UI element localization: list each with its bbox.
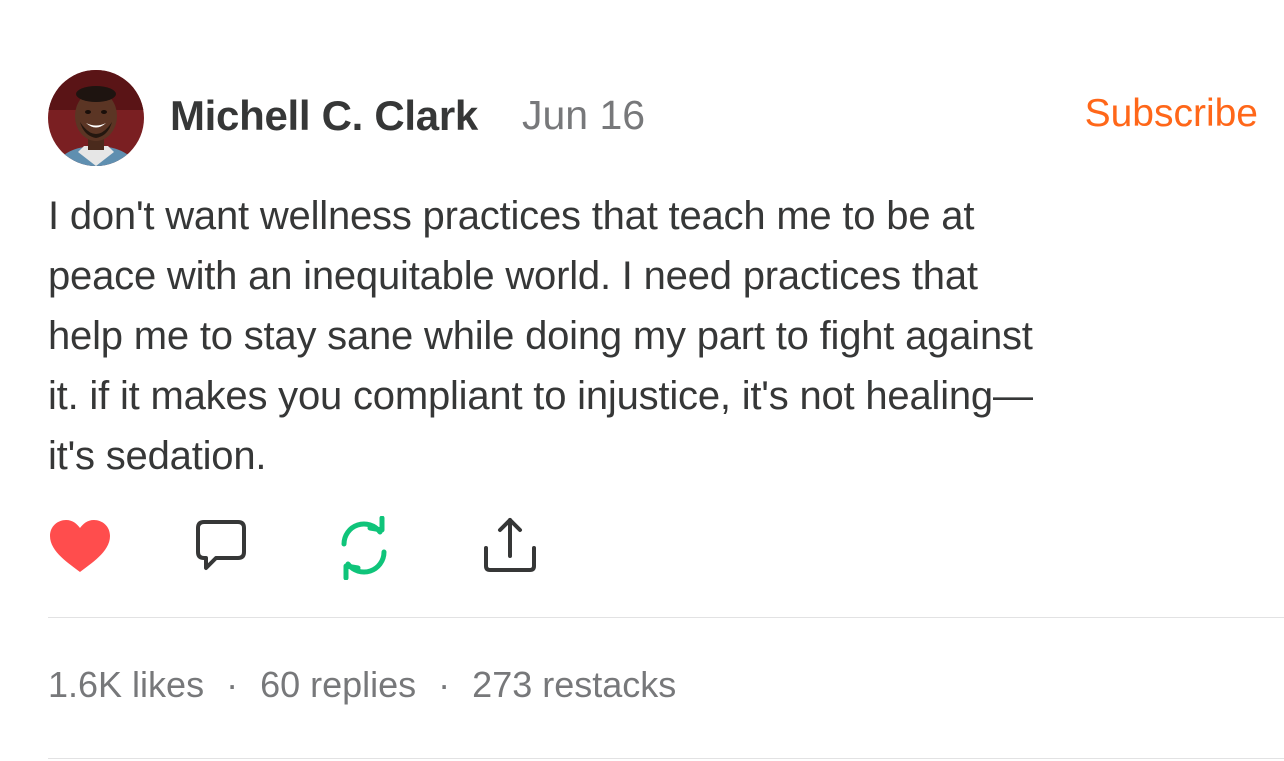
divider-top: [48, 617, 1284, 618]
author-avatar[interactable]: [48, 70, 144, 166]
likes-count[interactable]: 1.6K likes: [48, 664, 204, 705]
share-icon: [484, 518, 536, 572]
author-name[interactable]: Michell C. Clark: [170, 92, 478, 140]
like-button[interactable]: [48, 516, 112, 580]
subscribe-button[interactable]: Subscribe: [1085, 92, 1258, 136]
restack-button[interactable]: [332, 516, 396, 580]
comment-bubble-icon: [196, 520, 246, 570]
share-button[interactable]: [478, 516, 542, 580]
action-bar: [48, 516, 568, 580]
note-card: Michell C. Clark Jun 16 Subscribe I don'…: [0, 0, 1284, 761]
restacks-count[interactable]: 273 restacks: [472, 664, 676, 705]
post-date: Jun 16: [522, 92, 646, 138]
engagement-stats: 1.6K likes · 60 replies · 273 restacks: [48, 664, 676, 706]
restack-icon: [341, 516, 387, 580]
note-body: I don't want wellness practices that tea…: [48, 194, 1033, 478]
avatar-image: [48, 70, 144, 166]
reply-button[interactable]: [188, 516, 252, 580]
stats-separator: ·: [438, 664, 451, 705]
stats-separator: ·: [226, 664, 239, 705]
note-header: Michell C. Clark Jun 16 Subscribe: [48, 70, 1258, 168]
heart-icon: [50, 520, 110, 572]
divider-bottom: [48, 758, 1284, 759]
replies-count[interactable]: 60 replies: [260, 664, 416, 705]
